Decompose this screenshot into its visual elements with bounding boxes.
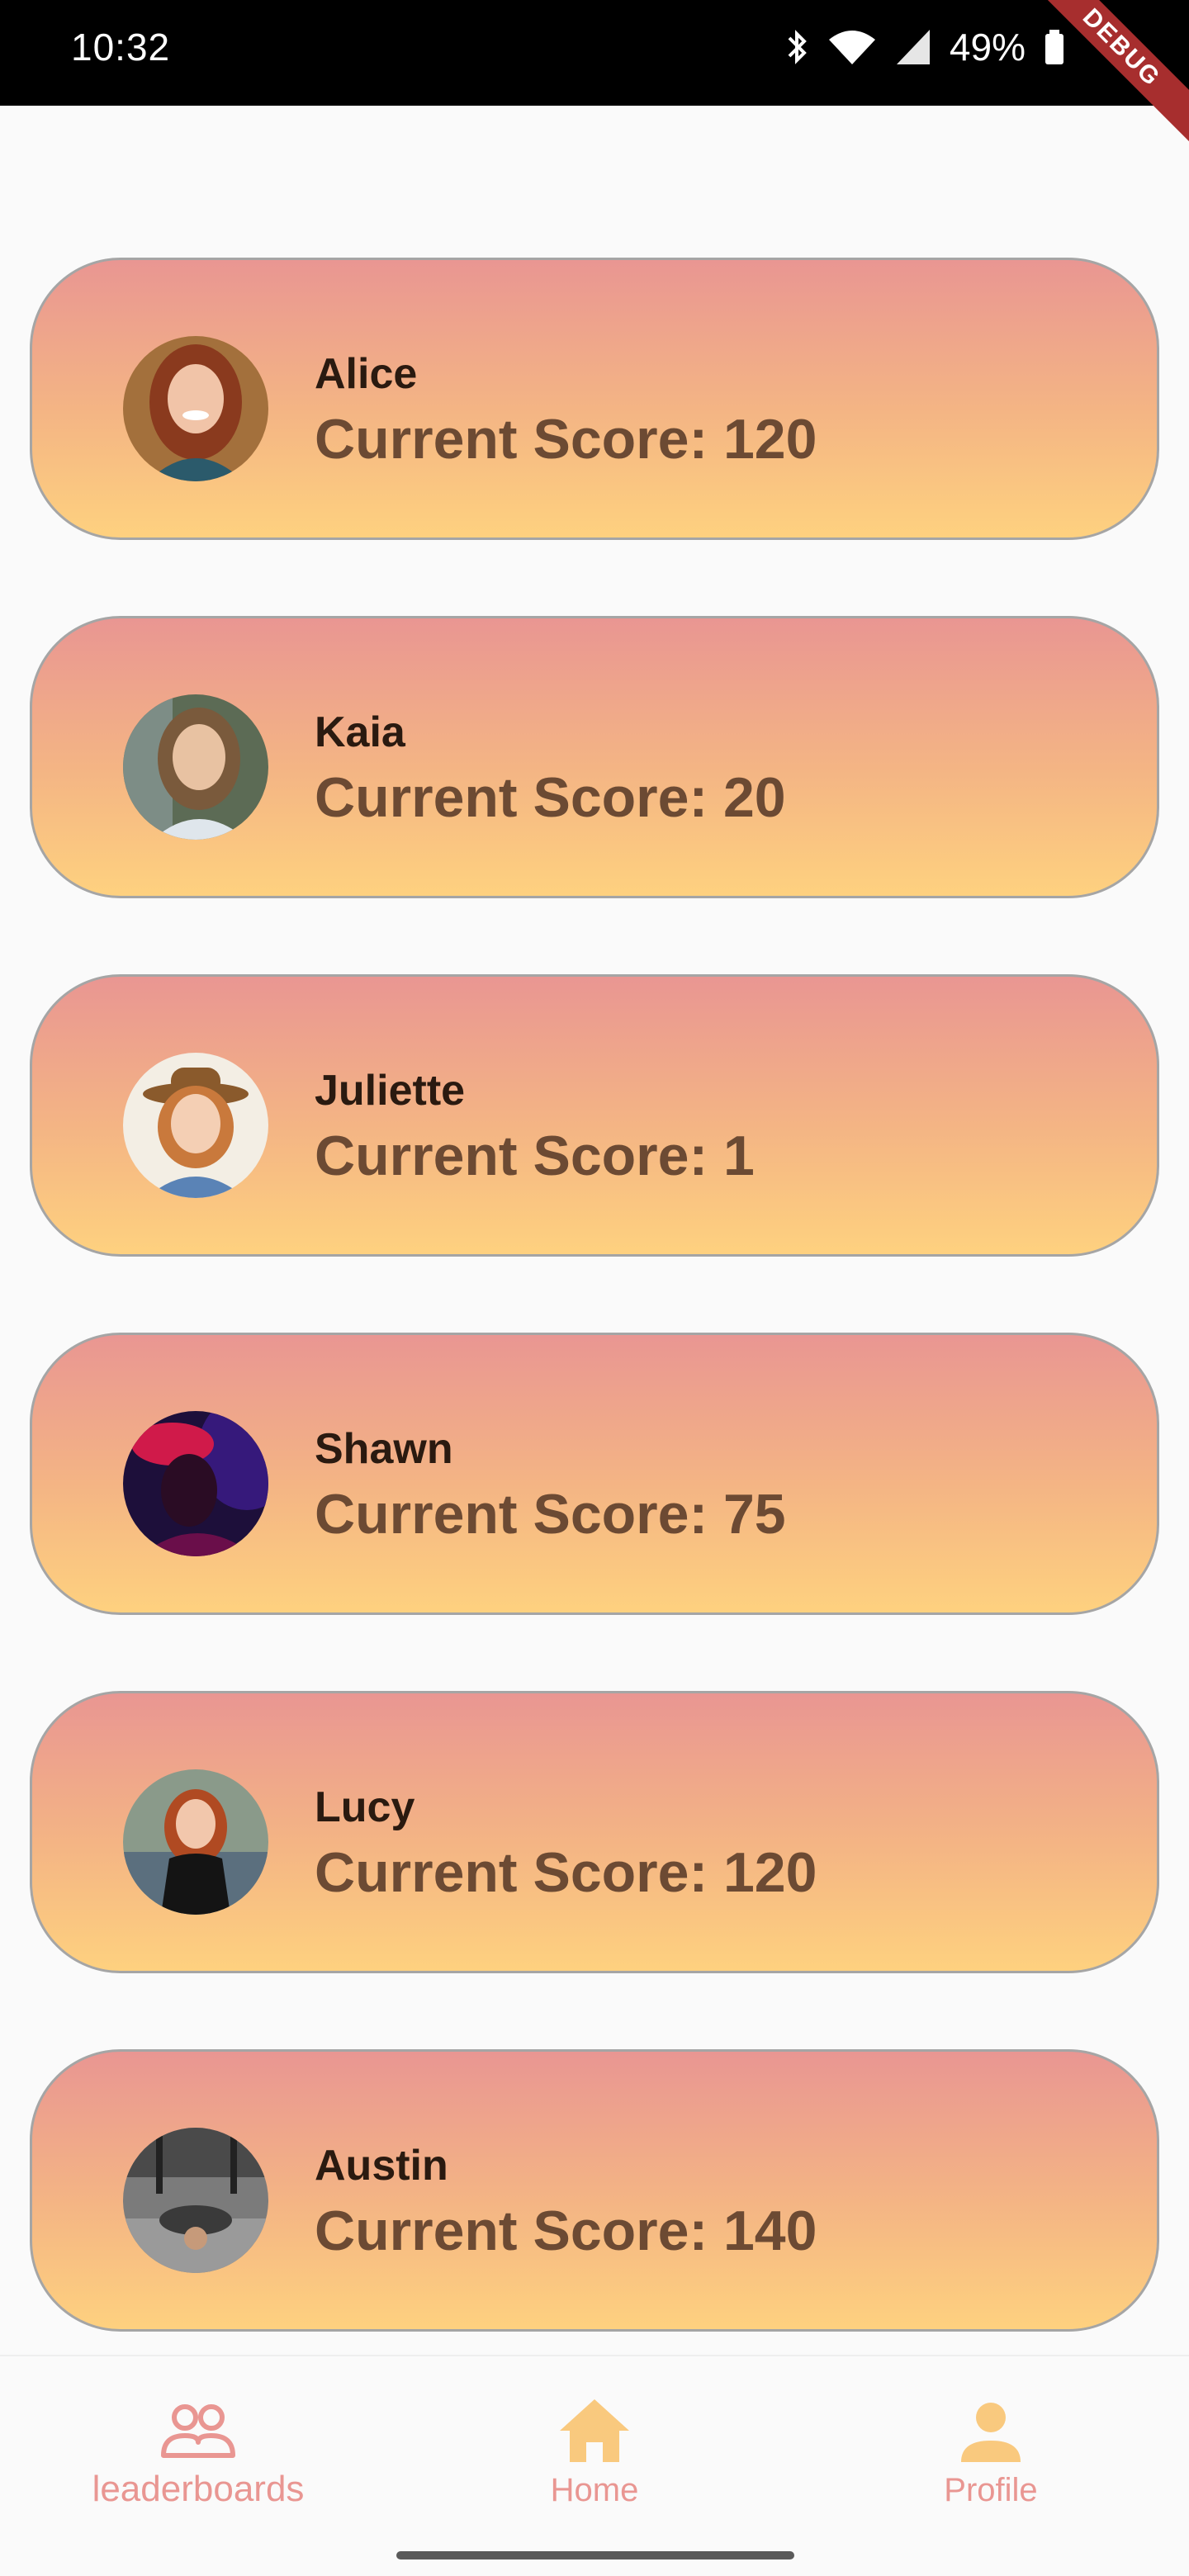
debug-banner: DEBUG	[1021, 0, 1189, 149]
player-card[interactable]: Kaia Current Score: 20	[30, 616, 1159, 898]
player-card[interactable]: Shawn Current Score: 75	[30, 1333, 1159, 1615]
status-bar: 10:32 49% DEBUG	[0, 0, 1189, 149]
player-name: Juliette	[315, 1067, 466, 1115]
player-card[interactable]: Alice Current Score: 120	[30, 258, 1159, 540]
player-score: Current Score: 1	[315, 1125, 755, 1187]
signal-icon	[895, 28, 931, 66]
player-card[interactable]: Juliette Current Score: 1	[30, 974, 1159, 1257]
player-name: Kaia	[315, 708, 405, 756]
player-name: Shawn	[315, 1425, 453, 1473]
nav-label-home: Home	[550, 2472, 639, 2508]
battery-text: 49%	[949, 26, 1026, 69]
home-indicator	[396, 2551, 794, 2559]
nav-label-profile: Profile	[944, 2472, 1038, 2508]
nav-label-leaderboards: leaderboards	[92, 2469, 305, 2509]
person-icon	[950, 2389, 1032, 2472]
player-score: Current Score: 140	[315, 2200, 817, 2262]
player-name: Alice	[315, 350, 418, 398]
player-score: Current Score: 75	[315, 1483, 786, 1546]
player-score: Current Score: 20	[315, 766, 786, 829]
bluetooth-icon	[784, 28, 809, 66]
avatar-juliette	[123, 1053, 268, 1198]
player-score: Current Score: 120	[315, 1841, 817, 1904]
status-icons: 49%	[784, 25, 1065, 69]
player-card[interactable]: Lucy Current Score: 120	[30, 1691, 1159, 1973]
avatar-lucy	[123, 1769, 268, 1915]
battery-icon	[1044, 28, 1065, 66]
nav-home[interactable]: Home	[396, 2356, 793, 2530]
avatar-kaia	[123, 694, 268, 840]
avatar-shawn	[123, 1411, 268, 1556]
wifi-icon	[827, 28, 877, 66]
avatar-alice	[123, 336, 268, 481]
avatar-austin	[123, 2128, 268, 2273]
player-card[interactable]: Austin Current Score: 140	[30, 2049, 1159, 2332]
player-name: Lucy	[315, 1783, 415, 1831]
nav-leaderboards[interactable]: leaderboards	[0, 2356, 396, 2530]
people-icon	[157, 2389, 239, 2472]
nav-profile[interactable]: Profile	[793, 2356, 1189, 2530]
player-score: Current Score: 120	[315, 408, 817, 471]
bottom-navigation: leaderboards Home Profile	[0, 2355, 1189, 2530]
home-icon	[553, 2389, 636, 2472]
player-name: Austin	[315, 2142, 448, 2190]
status-time: 10:32	[71, 26, 171, 69]
